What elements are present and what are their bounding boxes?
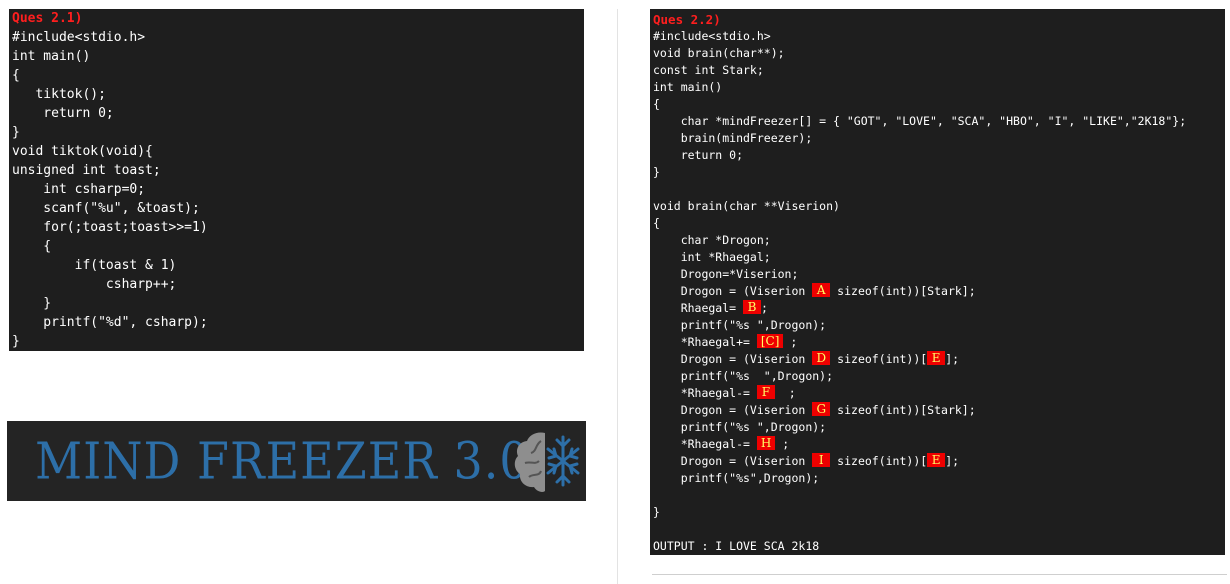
code-line: return 0; bbox=[12, 106, 114, 121]
code-segment: sizeof(int))[Stark]; bbox=[830, 403, 976, 417]
code-line: printf("%d", csharp); bbox=[12, 315, 208, 330]
code-line: printf("%s ",Drogon); bbox=[653, 318, 827, 332]
code-segment: ; bbox=[775, 437, 790, 451]
code-segment: ]; bbox=[945, 454, 960, 468]
banner-title: MIND FREEZER 3.0 bbox=[35, 431, 530, 491]
blank-box-e: E bbox=[927, 351, 946, 365]
code-line: printf("%s ",Drogon); bbox=[653, 420, 827, 434]
blank-box-c: [C] bbox=[756, 334, 784, 348]
code-line: Drogon = (Viserion G sizeof(int))[Stark]… bbox=[653, 402, 976, 419]
code-line: void brain(char **Viserion) bbox=[653, 199, 840, 213]
blank-box-a: A bbox=[812, 283, 831, 297]
blank-box-e-second: E bbox=[927, 453, 946, 467]
blank-box-h: H bbox=[756, 436, 776, 450]
column-divider bbox=[617, 9, 618, 584]
code-panel-ques-2-1: Ques 2.1) #include<stdio.h> int main() {… bbox=[9, 9, 584, 351]
code-line: csharp++; bbox=[12, 277, 177, 292]
code-segment: *Rhaegal-= bbox=[653, 437, 757, 451]
code-panel-ques-2-2: Ques 2.2) #include<stdio.h> void brain(c… bbox=[650, 9, 1225, 555]
code-line: { bbox=[12, 239, 52, 254]
code-line: tiktok(); bbox=[12, 87, 106, 102]
code-segment: sizeof(int))[ bbox=[830, 454, 928, 468]
code-segment: Drogon = (Viserion bbox=[653, 352, 813, 366]
code-line: } bbox=[12, 334, 20, 349]
code-line: return 0; bbox=[653, 148, 744, 162]
code-line: unsigned int toast; bbox=[12, 163, 161, 178]
code-line: } bbox=[12, 125, 20, 140]
bottom-divider bbox=[652, 574, 1227, 575]
code-segment: ; bbox=[774, 386, 796, 400]
code-line: void brain(char**); bbox=[653, 46, 785, 60]
code-line: Drogon = (Viserion A sizeof(int))[Stark]… bbox=[653, 283, 976, 300]
code-segment: sizeof(int))[Stark]; bbox=[830, 284, 976, 298]
code-line: for(;toast;toast>>=1) bbox=[12, 220, 208, 235]
code-line: int *Rhaegal; bbox=[653, 250, 771, 264]
code-segment: Drogon = (Viserion bbox=[653, 403, 813, 417]
question-title: Ques 2.1) bbox=[12, 11, 83, 26]
code-line: Drogon = (Viserion D sizeof(int))[E]; bbox=[653, 351, 959, 368]
code-line: brain(mindFreezer); bbox=[653, 131, 813, 145]
code-line: scanf("%u", &toast); bbox=[12, 201, 200, 216]
code-segment: *Rhaegal-= bbox=[653, 386, 757, 400]
blank-box-b: B bbox=[743, 300, 762, 314]
code-segment: *Rhaegal+= bbox=[653, 335, 757, 349]
code-line: int main() bbox=[12, 49, 91, 64]
code-segment: sizeof(int))[ bbox=[830, 352, 928, 366]
code-line: { bbox=[12, 68, 20, 83]
code-line: int csharp=0; bbox=[12, 182, 146, 197]
code-line: } bbox=[653, 505, 660, 519]
code-line: if(toast & 1) bbox=[12, 258, 177, 273]
code-line: #include<stdio.h> bbox=[653, 29, 771, 43]
code-line: Drogon=*Viserion; bbox=[653, 267, 799, 281]
code-line: int main() bbox=[653, 80, 723, 94]
code-line: char *mindFreezer[] = { "GOT", "LOVE", "… bbox=[653, 114, 1187, 128]
code-segment: ; bbox=[783, 335, 798, 349]
code-line: Rhaegal= B; bbox=[653, 300, 768, 317]
code-line: Drogon = (Viserion I sizeof(int))[E]; bbox=[653, 453, 959, 470]
question-title: Ques 2.2) bbox=[653, 12, 721, 27]
code-segment: ; bbox=[761, 301, 768, 315]
code-line: printf("%s ",Drogon); bbox=[653, 369, 834, 383]
code-segment: Drogon = (Viserion bbox=[653, 284, 813, 298]
code-line: { bbox=[653, 216, 660, 230]
code-line: *Rhaegal-= H ; bbox=[653, 436, 789, 453]
code-line: *Rhaegal+= [C] ; bbox=[653, 334, 797, 351]
code-segment: ]; bbox=[945, 352, 960, 366]
code-line: const int Stark; bbox=[653, 63, 764, 77]
blank-box-g: G bbox=[812, 402, 831, 416]
code-line: #include<stdio.h> bbox=[12, 30, 146, 45]
blank-box-i: I bbox=[812, 453, 831, 467]
output-line: OUTPUT : I LOVE SCA 2k18 bbox=[653, 539, 820, 553]
code-line: char *Drogon; bbox=[653, 233, 771, 247]
code-line: printf("%s",Drogon); bbox=[653, 471, 820, 485]
code-line: void tiktok(void){ bbox=[12, 144, 153, 159]
mind-freezer-banner: MIND FREEZER 3.0 bbox=[7, 421, 586, 501]
code-line: { bbox=[653, 97, 660, 111]
code-line: *Rhaegal-= F ; bbox=[653, 385, 796, 402]
blank-box-f: F bbox=[756, 385, 775, 399]
code-line: } bbox=[12, 296, 52, 311]
code-segment: Drogon = (Viserion bbox=[653, 454, 813, 468]
brain-snowflake-icon bbox=[514, 432, 580, 492]
code-segment: Rhaegal= bbox=[653, 301, 744, 315]
blank-box-d: D bbox=[812, 351, 831, 365]
code-line: } bbox=[653, 165, 660, 179]
